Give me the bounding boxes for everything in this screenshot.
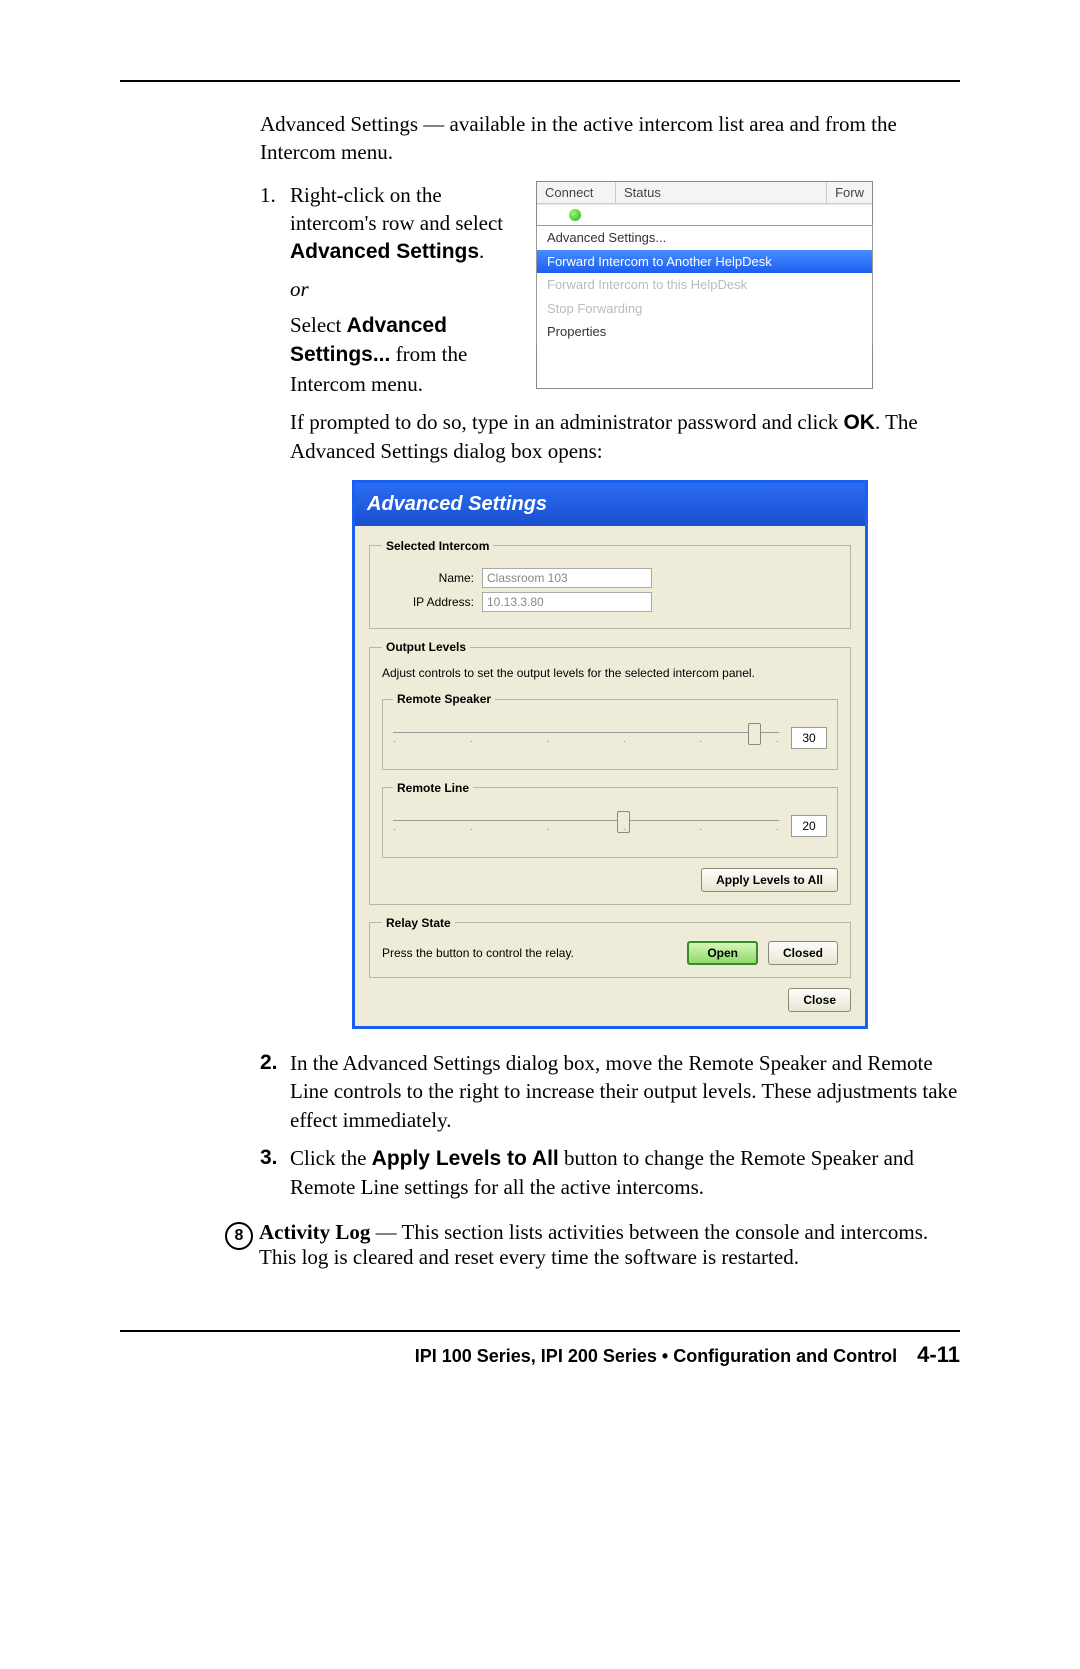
context-menu-header: Connect Status Forw [537, 182, 872, 205]
output-levels-group: Output Levels Adjust controls to set the… [369, 639, 851, 905]
col-status[interactable]: Status [616, 182, 827, 204]
step-1: 1. Right-click on the intercom's row and… [260, 181, 960, 398]
remote-speaker-legend: Remote Speaker [393, 691, 495, 707]
relay-open-button[interactable]: Open [687, 941, 758, 965]
status-row[interactable] [537, 204, 872, 226]
after-step1-text: If prompted to do so, type in an adminis… [290, 408, 960, 466]
name-field[interactable] [482, 568, 652, 588]
step-2-text: In the Advanced Settings dialog box, mov… [290, 1049, 960, 1134]
advanced-settings-dialog: Advanced Settings Selected Intercom Name… [352, 480, 868, 1029]
footer-title: IPI 100 Series, IPI 200 Series • Configu… [415, 1346, 897, 1367]
apply-levels-button[interactable]: Apply Levels to All [701, 868, 838, 892]
item-8-circle: 8 [225, 1222, 253, 1250]
selected-intercom-group: Selected Intercom Name: IP Address: [369, 538, 851, 629]
menu-stop-forwarding[interactable]: Stop Forwarding [537, 297, 872, 321]
remote-line-slider[interactable]: ······ [393, 820, 779, 843]
step-2-num: 2. [260, 1049, 290, 1077]
remote-speaker-slider[interactable]: ······ [393, 732, 779, 755]
step-1-or: or [290, 275, 520, 303]
remote-speaker-group: Remote Speaker ······ 30 [382, 691, 838, 769]
ip-field[interactable] [482, 592, 652, 612]
intro-text: Advanced Settings — available in the act… [260, 110, 960, 167]
menu-advanced-settings[interactable]: Advanced Settings... [537, 226, 872, 250]
status-dot-icon [569, 209, 581, 221]
step-2: 2. In the Advanced Settings dialog box, … [260, 1049, 960, 1134]
dialog-title: Advanced Settings [355, 483, 865, 526]
item-8-title: Activity Log [259, 1220, 370, 1244]
relay-state-group: Relay State Press the button to control … [369, 915, 851, 978]
relay-desc: Press the button to control the relay. [382, 945, 677, 961]
item-8: 8 Activity Log — This section lists acti… [225, 1220, 960, 1270]
step-3-text: Click the Apply Levels to All button to … [290, 1144, 960, 1202]
remote-line-value: 20 [791, 815, 827, 837]
step-1-text: Right-click on the intercom's row and se… [290, 181, 520, 398]
output-levels-desc: Adjust controls to set the output levels… [382, 665, 838, 681]
output-levels-legend: Output Levels [382, 639, 470, 655]
menu-forward-another[interactable]: Forward Intercom to Another HelpDesk [537, 250, 872, 274]
close-button[interactable]: Close [788, 988, 851, 1012]
footer: IPI 100 Series, IPI 200 Series • Configu… [120, 1330, 960, 1368]
relay-closed-button[interactable]: Closed [768, 941, 838, 965]
context-menu: Connect Status Forw Advanced Settings...… [536, 181, 873, 389]
col-connect[interactable]: Connect [537, 182, 616, 204]
step-1-num: 1. [260, 181, 290, 209]
top-rule [120, 80, 960, 82]
menu-properties[interactable]: Properties [537, 320, 872, 344]
remote-line-legend: Remote Line [393, 780, 473, 796]
col-forw[interactable]: Forw [827, 182, 872, 204]
footer-page: 4-11 [917, 1342, 960, 1368]
remote-line-group: Remote Line ······ 20 [382, 780, 838, 858]
blank-rows [537, 344, 872, 388]
name-label: Name: [382, 570, 482, 586]
ip-label: IP Address: [382, 594, 482, 610]
step-3: 3. Click the Apply Levels to All button … [260, 1144, 960, 1202]
menu-forward-this[interactable]: Forward Intercom to this HelpDesk [537, 273, 872, 297]
relay-state-legend: Relay State [382, 915, 455, 931]
step-3-num: 3. [260, 1144, 290, 1172]
remote-speaker-value: 30 [791, 727, 827, 749]
selected-intercom-legend: Selected Intercom [382, 538, 493, 554]
context-menu-items: Advanced Settings... Forward Intercom to… [536, 225, 873, 345]
